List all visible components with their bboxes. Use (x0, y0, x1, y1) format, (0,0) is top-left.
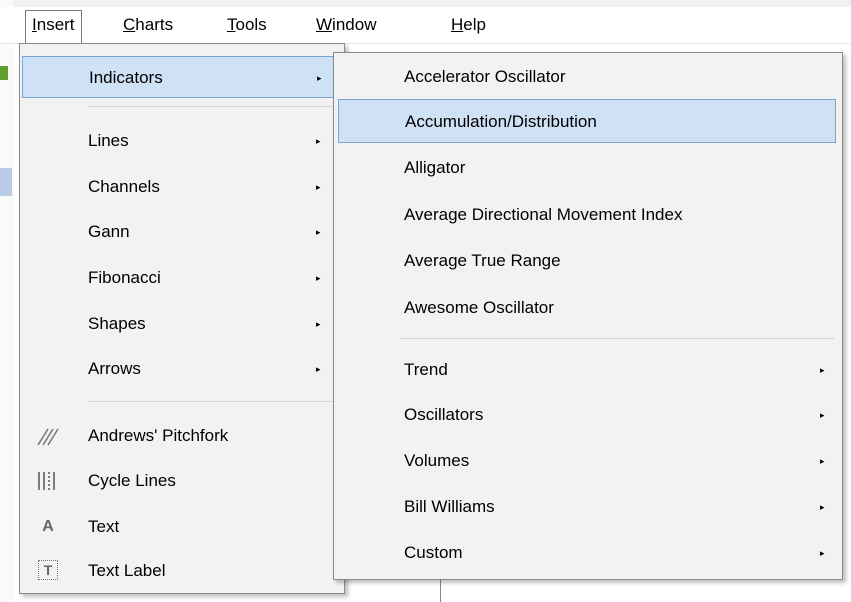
menu-separator (400, 338, 834, 339)
insert-menu: Indicators ▸ Lines ▸ Channels ▸ Gann ▸ F… (19, 43, 345, 594)
menu-charts-label: harts (135, 15, 174, 34)
menu-item-text[interactable]: A Text (22, 506, 340, 548)
menu-item-cycle-lines[interactable]: Cycle Lines (22, 460, 340, 502)
text-icon: A (42, 518, 54, 535)
menu-charts-mnemonic: C (123, 15, 136, 34)
menu-item-shapes[interactable]: Shapes ▸ (22, 303, 340, 345)
submenu-arrow-icon: ▸ (820, 410, 825, 420)
submenu-item-label: Accumulation/Distribution (405, 112, 597, 131)
submenu-arrow-icon: ▸ (820, 456, 825, 466)
submenu-item-label: Bill Williams (404, 497, 495, 516)
menu-insert-label: nsert (36, 15, 75, 34)
menu-charts[interactable]: Charts (117, 11, 179, 39)
menu-insert[interactable]: Insert (25, 10, 82, 44)
menu-item-fibonacci[interactable]: Fibonacci ▸ (22, 257, 340, 299)
menu-item-label: Indicators (89, 68, 163, 87)
menu-item-gann[interactable]: Gann ▸ (22, 211, 340, 253)
background-selection-fragment (0, 168, 12, 196)
menu-bar: Insert Charts Tools Window Help (0, 7, 851, 44)
submenu-item-oscillators[interactable]: Oscillators ▸ (338, 393, 836, 437)
submenu-arrow-icon: ▸ (316, 136, 321, 146)
submenu-item-label: Average Directional Movement Index (404, 205, 683, 224)
submenu-item-volumes[interactable]: Volumes ▸ (338, 439, 836, 483)
submenu-item-accumulation-distribution[interactable]: Accumulation/Distribution (338, 99, 836, 143)
text-label-glyph: T (38, 560, 58, 580)
submenu-item-label: Alligator (404, 158, 466, 177)
toolbar-icon-fragment (0, 66, 8, 80)
menu-tools[interactable]: Tools (221, 11, 273, 39)
menu-item-channels[interactable]: Channels ▸ (22, 166, 340, 208)
submenu-item-label: Oscillators (404, 405, 484, 424)
background-window-edge (0, 0, 14, 602)
menu-window[interactable]: Window (310, 11, 382, 39)
submenu-arrow-icon: ▸ (316, 182, 321, 192)
menu-item-label: Gann (88, 222, 130, 241)
menu-tools-label: ools (235, 15, 267, 34)
submenu-item-bill-williams[interactable]: Bill Williams ▸ (338, 485, 836, 529)
menu-item-andrews-pitchfork[interactable]: Andrews' Pitchfork (22, 415, 340, 457)
submenu-item-label: Awesome Oscillator (404, 298, 554, 317)
menu-item-label: Cycle Lines (88, 471, 176, 490)
chart-area-fragment (440, 578, 851, 602)
submenu-item-label: Custom (404, 543, 463, 562)
menu-item-text-label[interactable]: T Text Label (22, 550, 340, 592)
submenu-arrow-icon: ▸ (820, 365, 825, 375)
submenu-item-accelerator-oscillator[interactable]: Accelerator Oscillator (338, 55, 836, 99)
menu-item-arrows[interactable]: Arrows ▸ (22, 348, 340, 390)
submenu-arrow-icon: ▸ (316, 319, 321, 329)
menu-help[interactable]: Help (445, 11, 492, 39)
pitchfork-icon (34, 423, 62, 449)
submenu-item-custom[interactable]: Custom ▸ (338, 531, 836, 575)
menu-item-label: Arrows (88, 359, 141, 378)
submenu-arrow-icon: ▸ (316, 227, 321, 237)
submenu-item-label: Trend (404, 360, 448, 379)
submenu-item-alligator[interactable]: Alligator (338, 146, 836, 190)
menu-help-mnemonic: H (451, 15, 464, 34)
cycle-lines-icon (34, 468, 62, 494)
menu-item-label: Lines (88, 131, 129, 150)
menu-window-mnemonic: W (316, 15, 333, 34)
submenu-item-trend[interactable]: Trend ▸ (338, 348, 836, 392)
menu-tools-mnemonic: T (227, 15, 236, 34)
menu-item-label: Text Label (88, 561, 166, 580)
submenu-item-average-directional-movement-index[interactable]: Average Directional Movement Index (338, 193, 836, 237)
menu-help-label: elp (463, 15, 486, 34)
menu-separator (88, 106, 336, 107)
submenu-arrow-icon: ▸ (316, 273, 321, 283)
menu-window-label: indow (332, 15, 377, 34)
submenu-item-awesome-oscillator[interactable]: Awesome Oscillator (338, 286, 836, 330)
menu-item-label: Andrews' Pitchfork (88, 426, 229, 445)
menu-item-label: Channels (88, 177, 160, 196)
submenu-arrow-icon: ▸ (820, 502, 825, 512)
menu-item-label: Shapes (88, 314, 146, 333)
submenu-item-label: Accelerator Oscillator (404, 67, 566, 86)
text-label-icon: T (34, 558, 62, 584)
menu-separator (88, 401, 336, 402)
submenu-item-average-true-range[interactable]: Average True Range (338, 239, 836, 283)
menu-item-label: Text (88, 517, 120, 536)
menu-item-label: Fibonacci (88, 268, 161, 287)
toolbar-strip (0, 0, 851, 7)
submenu-arrow-icon: ▸ (316, 364, 321, 374)
submenu-item-label: Average True Range (404, 251, 561, 270)
indicators-submenu: Accelerator Oscillator Accumulation/Dist… (333, 52, 843, 580)
submenu-arrow-icon: ▸ (820, 548, 825, 558)
submenu-item-label: Volumes (404, 451, 470, 470)
menu-item-indicators[interactable]: Indicators ▸ (22, 56, 340, 98)
menu-item-lines[interactable]: Lines ▸ (22, 120, 340, 162)
submenu-arrow-icon: ▸ (317, 73, 322, 83)
